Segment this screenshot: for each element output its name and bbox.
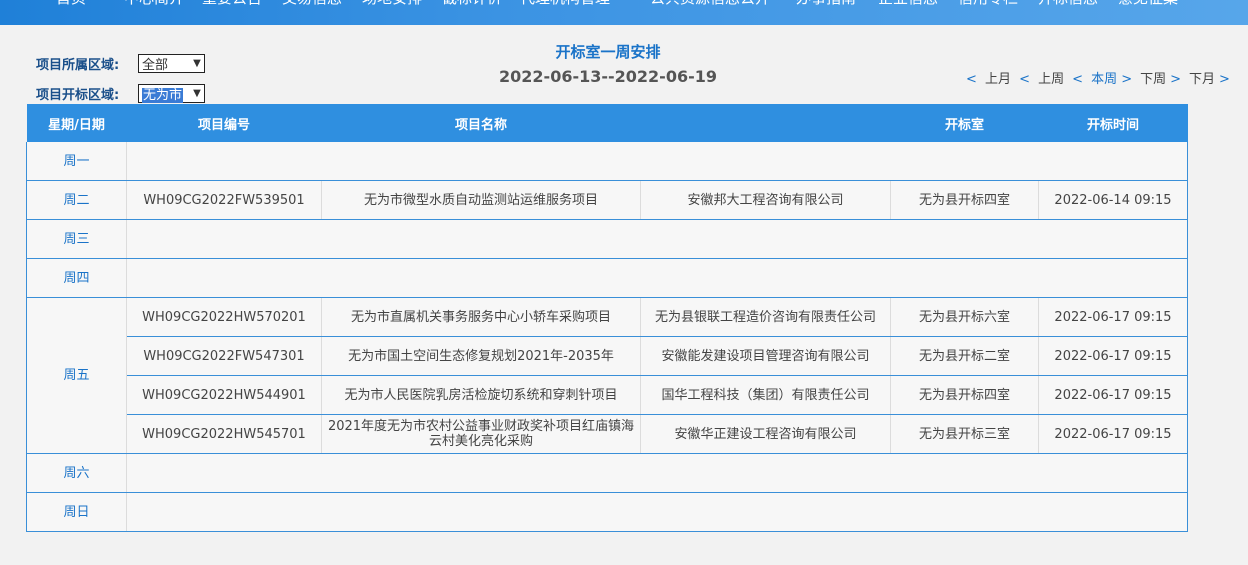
table-row: 周三 bbox=[26, 219, 1188, 259]
project-code-cell: WH09CG2022HW570201 bbox=[126, 297, 322, 337]
table-row: 周五 WH09CG2022HW570201 无为市直属机关事务服务中心小轿车采购项目… bbox=[26, 297, 1188, 454]
empty-schedule-cell bbox=[126, 219, 1188, 259]
column-header-room: 开标室 bbox=[890, 104, 1039, 142]
agency-cell: 安徽邦大工程咨询有限公司 bbox=[640, 180, 891, 220]
table-row: 周一 bbox=[26, 142, 1188, 181]
nav-item[interactable]: 意见征集 bbox=[1118, 0, 1178, 8]
empty-schedule-cell bbox=[126, 492, 1188, 532]
empty-schedule-cell bbox=[126, 258, 1188, 298]
nav-item[interactable]: 信用专栏 bbox=[958, 0, 1018, 8]
day-cell: 周三 bbox=[26, 219, 127, 259]
page-title: 开标室一周安排 bbox=[555, 43, 661, 61]
column-header-day: 星期/日期 bbox=[26, 104, 127, 142]
column-header-agent bbox=[640, 104, 891, 142]
nav-item[interactable]: 重要公告 bbox=[202, 0, 262, 8]
bid-time-cell: 2022-06-17 09:15 bbox=[1038, 375, 1188, 415]
region-select[interactable]: 全部 ▼ bbox=[138, 53, 205, 73]
nav-item[interactable]: 场地安排 bbox=[362, 0, 422, 8]
column-header-code: 项目编号 bbox=[126, 104, 322, 142]
nav-item[interactable]: 办事指南 bbox=[796, 0, 856, 8]
nav-item[interactable]: 首页 bbox=[56, 0, 86, 8]
bid-region-selected-text: 无为市 bbox=[142, 87, 184, 103]
this-week-link[interactable]: < 本周 > bbox=[1072, 72, 1136, 87]
column-header-name: 项目名称 bbox=[321, 104, 641, 142]
chevron-right-icon: > bbox=[1170, 72, 1182, 87]
project-code-cell: WH09CG2022FW547301 bbox=[126, 336, 322, 376]
day-cell: 周日 bbox=[26, 492, 127, 532]
table-row: 周二 WH09CG2022FW539501 无为市微型水质自动监测站运维服务项目 安徽… bbox=[26, 180, 1188, 220]
bid-time-cell: 2022-06-17 09:15 bbox=[1038, 297, 1188, 337]
day-cell: 周一 bbox=[26, 142, 127, 181]
agency-cell: 安徽华正建设工程咨询有限公司 bbox=[640, 414, 891, 454]
schedule-table-body: 周一 周二 WH09CG2022FW539501 无为市微型水质自动监测站运维服务项目… bbox=[26, 142, 1188, 532]
project-name-cell[interactable]: 无为市人民医院乳房活检旋切系统和穿刺针项目 bbox=[321, 375, 641, 415]
empty-schedule-cell bbox=[126, 453, 1188, 493]
nav-item[interactable]: 公共资源信息公开 bbox=[650, 0, 770, 8]
date-range: 2022-06-13--2022-06-19 bbox=[499, 67, 717, 86]
bid-region-select-value: 无为市 bbox=[142, 84, 190, 103]
prev-week-link[interactable]: < 上周 bbox=[1019, 72, 1068, 87]
schedule-table-header: 星期/日期 项目编号 项目名称 开标室 开标时间 bbox=[26, 104, 1188, 142]
nav-item[interactable]: 开标信息 bbox=[1038, 0, 1098, 8]
project-name-cell[interactable]: 无为市直属机关事务服务中心小轿车采购项目 bbox=[321, 297, 641, 337]
bid-time-cell: 2022-06-17 09:15 bbox=[1038, 336, 1188, 376]
project-name-cell[interactable]: 无为市微型水质自动监测站运维服务项目 bbox=[321, 180, 641, 220]
room-cell: 无为县开标四室 bbox=[890, 180, 1039, 220]
bid-region-filter-label: 项目开标区域: bbox=[36, 87, 120, 103]
day-cell: 周二 bbox=[26, 180, 127, 220]
nav-item[interactable]: 代理机构管理 bbox=[520, 0, 610, 8]
day-cell: 周五 bbox=[26, 297, 127, 454]
chevron-down-icon: ▼ bbox=[193, 87, 201, 99]
bid-time-cell: 2022-06-14 09:15 bbox=[1038, 180, 1188, 220]
bid-time-cell: 2022-06-17 09:15 bbox=[1038, 414, 1188, 454]
prev-month-link[interactable]: < 上月 bbox=[966, 72, 1015, 87]
table-row: WH09CG2022FW547301 无为市国土空间生态修复规划2021年-203… bbox=[27, 336, 1188, 376]
project-name-cell[interactable]: 无为市国土空间生态修复规划2021年-2035年 bbox=[321, 336, 641, 376]
day-cell: 周四 bbox=[26, 258, 127, 298]
table-row: WH09CG2022HW545701 2021年度无为市农村公益事业财政奖补项目红… bbox=[27, 414, 1188, 454]
week-pager: < 上月 < 上周 < 本周 > 下周 > 下月 > bbox=[966, 68, 1238, 87]
column-header-time: 开标时间 bbox=[1038, 104, 1188, 142]
project-name-cell[interactable]: 2021年度无为市农村公益事业财政奖补项目红庙镇海云村美化亮化采购 bbox=[321, 414, 641, 454]
schedule-title-block: 开标室一周安排 2022-06-13--2022-06-19 bbox=[458, 42, 758, 90]
agency-cell: 无为县银联工程造价咨询有限责任公司 bbox=[640, 297, 891, 337]
top-navigation-bar: 首页 中心简介 重要公告 交易信息 场地安排 截标计价 代理机构管理 公共资源信息公开 办事指南… bbox=[0, 0, 1248, 25]
bid-region-select[interactable]: 无为市 ▼ bbox=[138, 83, 205, 103]
room-cell: 无为县开标六室 bbox=[890, 297, 1039, 337]
table-row: 周四 bbox=[26, 258, 1188, 298]
room-cell: 无为县开标二室 bbox=[890, 336, 1039, 376]
chevron-left-icon: < bbox=[966, 72, 977, 87]
nav-item[interactable]: 企业信息 bbox=[878, 0, 938, 8]
agency-cell: 国华工程科技（集团）有限责任公司 bbox=[640, 375, 891, 415]
chevron-right-icon: > bbox=[1219, 72, 1230, 87]
project-code-cell: WH09CG2022HW545701 bbox=[126, 414, 322, 454]
chevron-right-icon: > bbox=[1121, 72, 1133, 87]
chevron-left-icon: < bbox=[1072, 72, 1084, 87]
empty-schedule-cell bbox=[126, 142, 1188, 181]
schedule-table: 星期/日期 项目编号 项目名称 开标室 开标时间 周一 周二 WH09CG2022F… bbox=[26, 104, 1188, 532]
region-select-value: 全部 bbox=[142, 57, 169, 73]
chevron-left-icon: < bbox=[1019, 72, 1030, 87]
room-cell: 无为县开标三室 bbox=[890, 414, 1039, 454]
table-row: WH09CG2022HW544901 无为市人民医院乳房活检旋切系统和穿刺针项目国… bbox=[27, 375, 1188, 415]
nav-item[interactable]: 中心简介 bbox=[124, 0, 184, 8]
region-filter-row: 项目所属区域: 全部 ▼ bbox=[36, 48, 205, 78]
chevron-down-icon: ▼ bbox=[193, 57, 201, 69]
nav-item[interactable]: 截标计价 bbox=[442, 0, 502, 8]
nav-item[interactable]: 交易信息 bbox=[282, 0, 342, 8]
table-row: 周日 bbox=[26, 492, 1188, 532]
agency-cell: 安徽能发建设项目管理咨询有限公司 bbox=[640, 336, 891, 376]
filter-panel: 项目所属区域: 全部 ▼ 项目开标区域: 无为市 ▼ bbox=[36, 48, 205, 108]
room-cell: 无为县开标四室 bbox=[890, 375, 1039, 415]
next-month-link[interactable]: 下月 > bbox=[1189, 72, 1234, 87]
region-filter-label: 项目所属区域: bbox=[36, 57, 120, 73]
next-week-link[interactable]: 下周 > bbox=[1140, 72, 1185, 87]
day-cell: 周六 bbox=[26, 453, 127, 493]
table-row: 周六 bbox=[26, 453, 1188, 493]
project-code-cell: WH09CG2022HW544901 bbox=[126, 375, 322, 415]
project-code-cell: WH09CG2022FW539501 bbox=[126, 180, 322, 220]
